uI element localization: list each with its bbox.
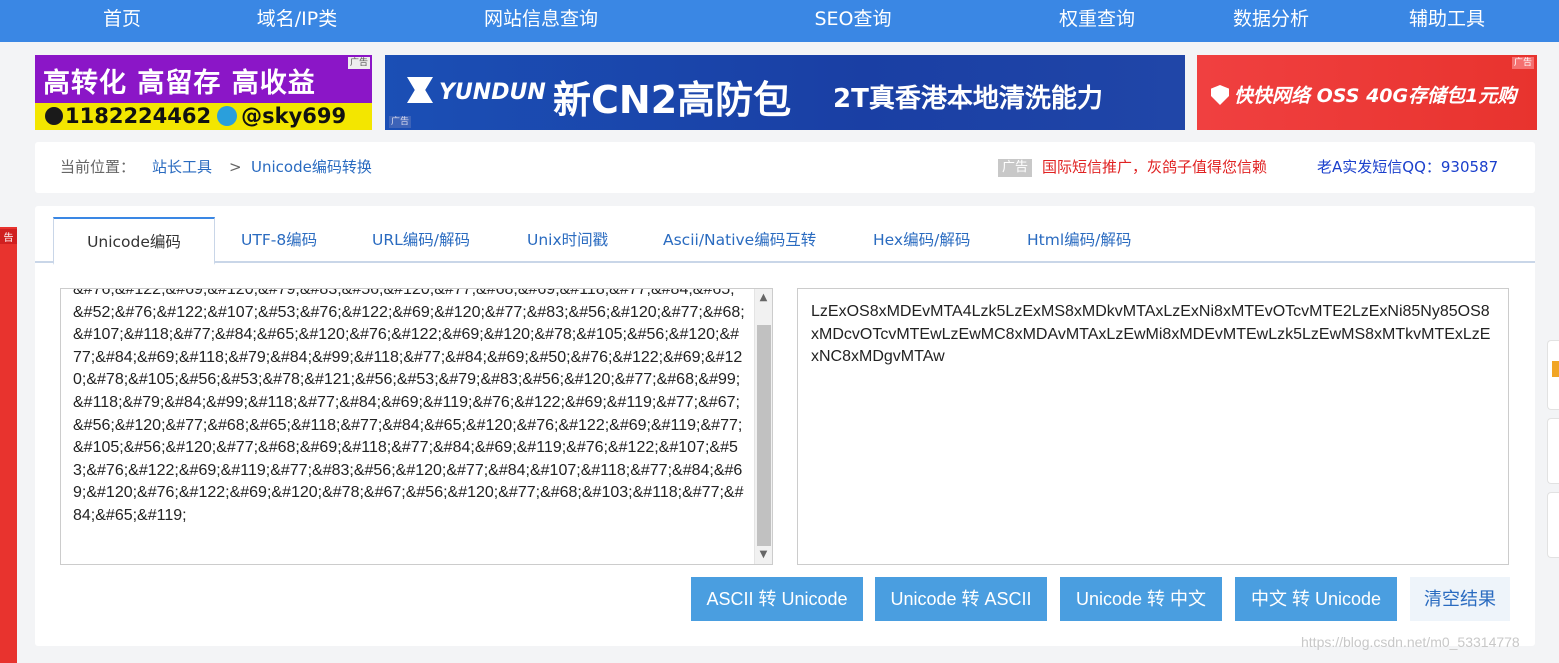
- text-ad-qq[interactable]: 老A实发短信QQ：930587: [1317, 142, 1498, 193]
- tab-utf8[interactable]: UTF-8编码: [241, 217, 317, 263]
- breadcrumb-prefix: 当前位置：: [60, 158, 136, 176]
- output-textarea[interactable]: LzExOS8xMDEvMTA4Lzk5LzExMS8xMDkvMTAxLzEx…: [797, 288, 1509, 565]
- ad3-text-content: 快快网络 OSS 40G存储包1元购: [1234, 85, 1517, 107]
- text-ad-tag-label: 广告: [998, 159, 1033, 177]
- ad2-tag: 广告: [389, 116, 412, 128]
- clear-result-button[interactable]: 清空结果: [1410, 577, 1510, 621]
- side-ad-left[interactable]: 告: [0, 227, 17, 663]
- input-scrollbar[interactable]: ▲ ▼: [754, 289, 772, 564]
- side-ad-tag: 告: [0, 229, 17, 244]
- telegram-icon: [217, 106, 238, 126]
- nav-item-site-info[interactable]: 网站信息查询: [484, 0, 598, 42]
- chinese-to-unicode-button[interactable]: 中文 转 Unicode: [1235, 577, 1397, 621]
- side-widget-3[interactable]: [1547, 492, 1559, 558]
- breadcrumb-link-tools[interactable]: 站长工具: [152, 142, 212, 193]
- ad1-telegram: @sky699: [241, 104, 347, 128]
- tab-html[interactable]: Html编码/解码: [1027, 217, 1131, 263]
- ad2-headline: 新CN2高防包: [553, 78, 792, 122]
- side-widget-2[interactable]: [1547, 418, 1559, 484]
- text-ad-sms[interactable]: 国际短信推广，灰鸽子值得您信赖: [1042, 142, 1267, 193]
- text-ad-tag: 广告: [998, 142, 1033, 193]
- side-widget-icon: [1552, 361, 1559, 377]
- ad3-tag: 广告: [1511, 57, 1534, 69]
- tab-unicode[interactable]: Unicode编码: [53, 217, 215, 265]
- converter-panel: Unicode编码 UTF-8编码 URL编码/解码 Unix时间戳 Ascii…: [35, 206, 1535, 646]
- nav-item-seo[interactable]: SEO查询: [814, 0, 891, 42]
- ad3-text: 快快网络 OSS 40G存储包1元购: [1211, 81, 1516, 108]
- tab-hex[interactable]: Hex编码/解码: [873, 217, 970, 263]
- unicode-to-ascii-button[interactable]: Unicode 转 ASCII: [875, 577, 1047, 621]
- nav-item-weight[interactable]: 权重查询: [1059, 0, 1135, 42]
- side-widget-1[interactable]: [1547, 340, 1559, 410]
- ad1-headline: 高转化 高留存 高收益: [43, 68, 316, 99]
- ad-banner-2[interactable]: YUNDUN 新CN2高防包 2T真香港本地清洗能力 广告: [385, 55, 1185, 130]
- input-text: &#76;&#122;&#69;&#120;&#79;&#83;&#56;&#1…: [73, 288, 745, 524]
- nav-item-tools[interactable]: 辅助工具: [1409, 0, 1485, 42]
- ad-banner-1[interactable]: 高转化 高留存 高收益 广告 1182224462 @sky699: [35, 55, 372, 130]
- scroll-up-icon[interactable]: ▲: [755, 289, 772, 307]
- ascii-to-unicode-button[interactable]: ASCII 转 Unicode: [691, 577, 863, 621]
- nav-item-data-analysis[interactable]: 数据分析: [1233, 0, 1309, 42]
- yundun-logo-icon: [407, 77, 433, 103]
- input-textarea[interactable]: &#76;&#122;&#69;&#120;&#79;&#83;&#56;&#1…: [60, 288, 773, 565]
- ad1-qq: 1182224462: [65, 104, 212, 128]
- tab-bar: Unicode编码 UTF-8编码 URL编码/解码 Unix时间戳 Ascii…: [35, 217, 1535, 265]
- ad1-contact: 1182224462 @sky699: [35, 103, 372, 130]
- ad2-brand-text: YUNDUN: [439, 80, 546, 105]
- breadcrumb-bar: 当前位置： 站长工具 > Unicode编码转换 广告 国际短信推广，灰鸽子值得…: [35, 142, 1535, 193]
- breadcrumb-separator: >: [229, 158, 242, 176]
- ad2-subtitle: 2T真香港本地清洗能力: [833, 84, 1103, 114]
- ad1-tag: 广告: [347, 57, 370, 69]
- unicode-to-chinese-button[interactable]: Unicode 转 中文: [1060, 577, 1222, 621]
- output-text: LzExOS8xMDEvMTA4Lzk5LzExMS8xMDkvMTAxLzEx…: [811, 303, 1491, 366]
- breadcrumb-link-unicode[interactable]: Unicode编码转换: [251, 142, 372, 193]
- scroll-thumb[interactable]: [757, 325, 771, 546]
- ad-banner-3[interactable]: 快快网络 OSS 40G存储包1元购 广告: [1197, 55, 1537, 130]
- scroll-down-icon[interactable]: ▼: [755, 546, 772, 564]
- tab-unix-timestamp[interactable]: Unix时间戳: [527, 217, 608, 263]
- qq-icon: [45, 107, 63, 125]
- tab-ascii-native[interactable]: Ascii/Native编码互转: [663, 217, 816, 263]
- nav-item-domain-ip[interactable]: 域名/IP类: [257, 0, 337, 42]
- tab-url[interactable]: URL编码/解码: [372, 217, 470, 263]
- top-navigation: 首页 域名/IP类 网站信息查询 SEO查询 权重查询 数据分析 辅助工具: [0, 0, 1559, 42]
- watermark: https://blog.csdn.net/m0_53314778: [1301, 634, 1520, 650]
- ad2-brand: YUNDUN: [407, 77, 546, 105]
- nav-item-home[interactable]: 首页: [103, 0, 141, 42]
- shield-icon: [1211, 85, 1229, 105]
